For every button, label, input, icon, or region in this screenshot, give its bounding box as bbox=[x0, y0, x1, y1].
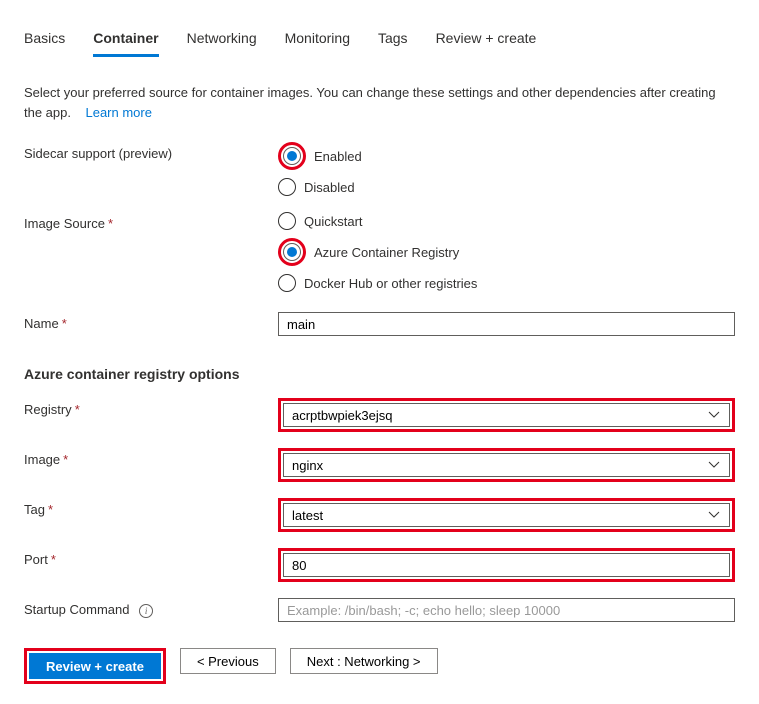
registry-label: Registry bbox=[24, 402, 72, 417]
acr-label: Azure Container Registry bbox=[314, 245, 459, 260]
tab-networking[interactable]: Networking bbox=[187, 30, 257, 57]
tab-review[interactable]: Review + create bbox=[436, 30, 537, 57]
sidecar-label: Sidecar support (preview) bbox=[24, 146, 172, 161]
acr-options-heading: Azure container registry options bbox=[24, 366, 735, 382]
registry-select[interactable] bbox=[283, 403, 730, 427]
name-input[interactable] bbox=[278, 312, 735, 336]
tab-monitoring[interactable]: Monitoring bbox=[285, 30, 350, 57]
image-source-label: Image Source bbox=[24, 216, 105, 231]
tag-select[interactable] bbox=[283, 503, 730, 527]
sidecar-enabled-label: Enabled bbox=[314, 149, 362, 164]
image-select[interactable] bbox=[283, 453, 730, 477]
sidecar-enabled-radio[interactable]: Enabled bbox=[278, 142, 735, 170]
info-icon[interactable]: i bbox=[139, 604, 153, 618]
image-source-quickstart-radio[interactable]: Quickstart bbox=[278, 212, 735, 230]
sidecar-disabled-label: Disabled bbox=[304, 180, 355, 195]
sidecar-disabled-radio[interactable]: Disabled bbox=[278, 178, 735, 196]
tab-container[interactable]: Container bbox=[93, 30, 158, 57]
image-label: Image bbox=[24, 452, 60, 467]
port-input[interactable] bbox=[283, 553, 730, 577]
port-label: Port bbox=[24, 552, 48, 567]
name-label: Name bbox=[24, 316, 59, 331]
learn-more-link[interactable]: Learn more bbox=[85, 105, 151, 120]
tab-bar: Basics Container Networking Monitoring T… bbox=[24, 0, 735, 65]
tab-basics[interactable]: Basics bbox=[24, 30, 65, 57]
startup-input[interactable] bbox=[278, 598, 735, 622]
footer-bar: Review + create < Previous Next : Networ… bbox=[0, 632, 759, 704]
image-source-acr-radio[interactable]: Azure Container Registry bbox=[278, 238, 735, 266]
review-create-button[interactable]: Review + create bbox=[29, 653, 161, 679]
previous-button[interactable]: < Previous bbox=[180, 648, 276, 674]
description-text: Select your preferred source for contain… bbox=[24, 83, 735, 122]
next-button[interactable]: Next : Networking > bbox=[290, 648, 438, 674]
quickstart-label: Quickstart bbox=[304, 214, 363, 229]
image-source-docker-radio[interactable]: Docker Hub or other registries bbox=[278, 274, 735, 292]
startup-label: Startup Command bbox=[24, 602, 130, 617]
docker-label: Docker Hub or other registries bbox=[304, 276, 477, 291]
tag-label: Tag bbox=[24, 502, 45, 517]
tab-tags[interactable]: Tags bbox=[378, 30, 408, 57]
